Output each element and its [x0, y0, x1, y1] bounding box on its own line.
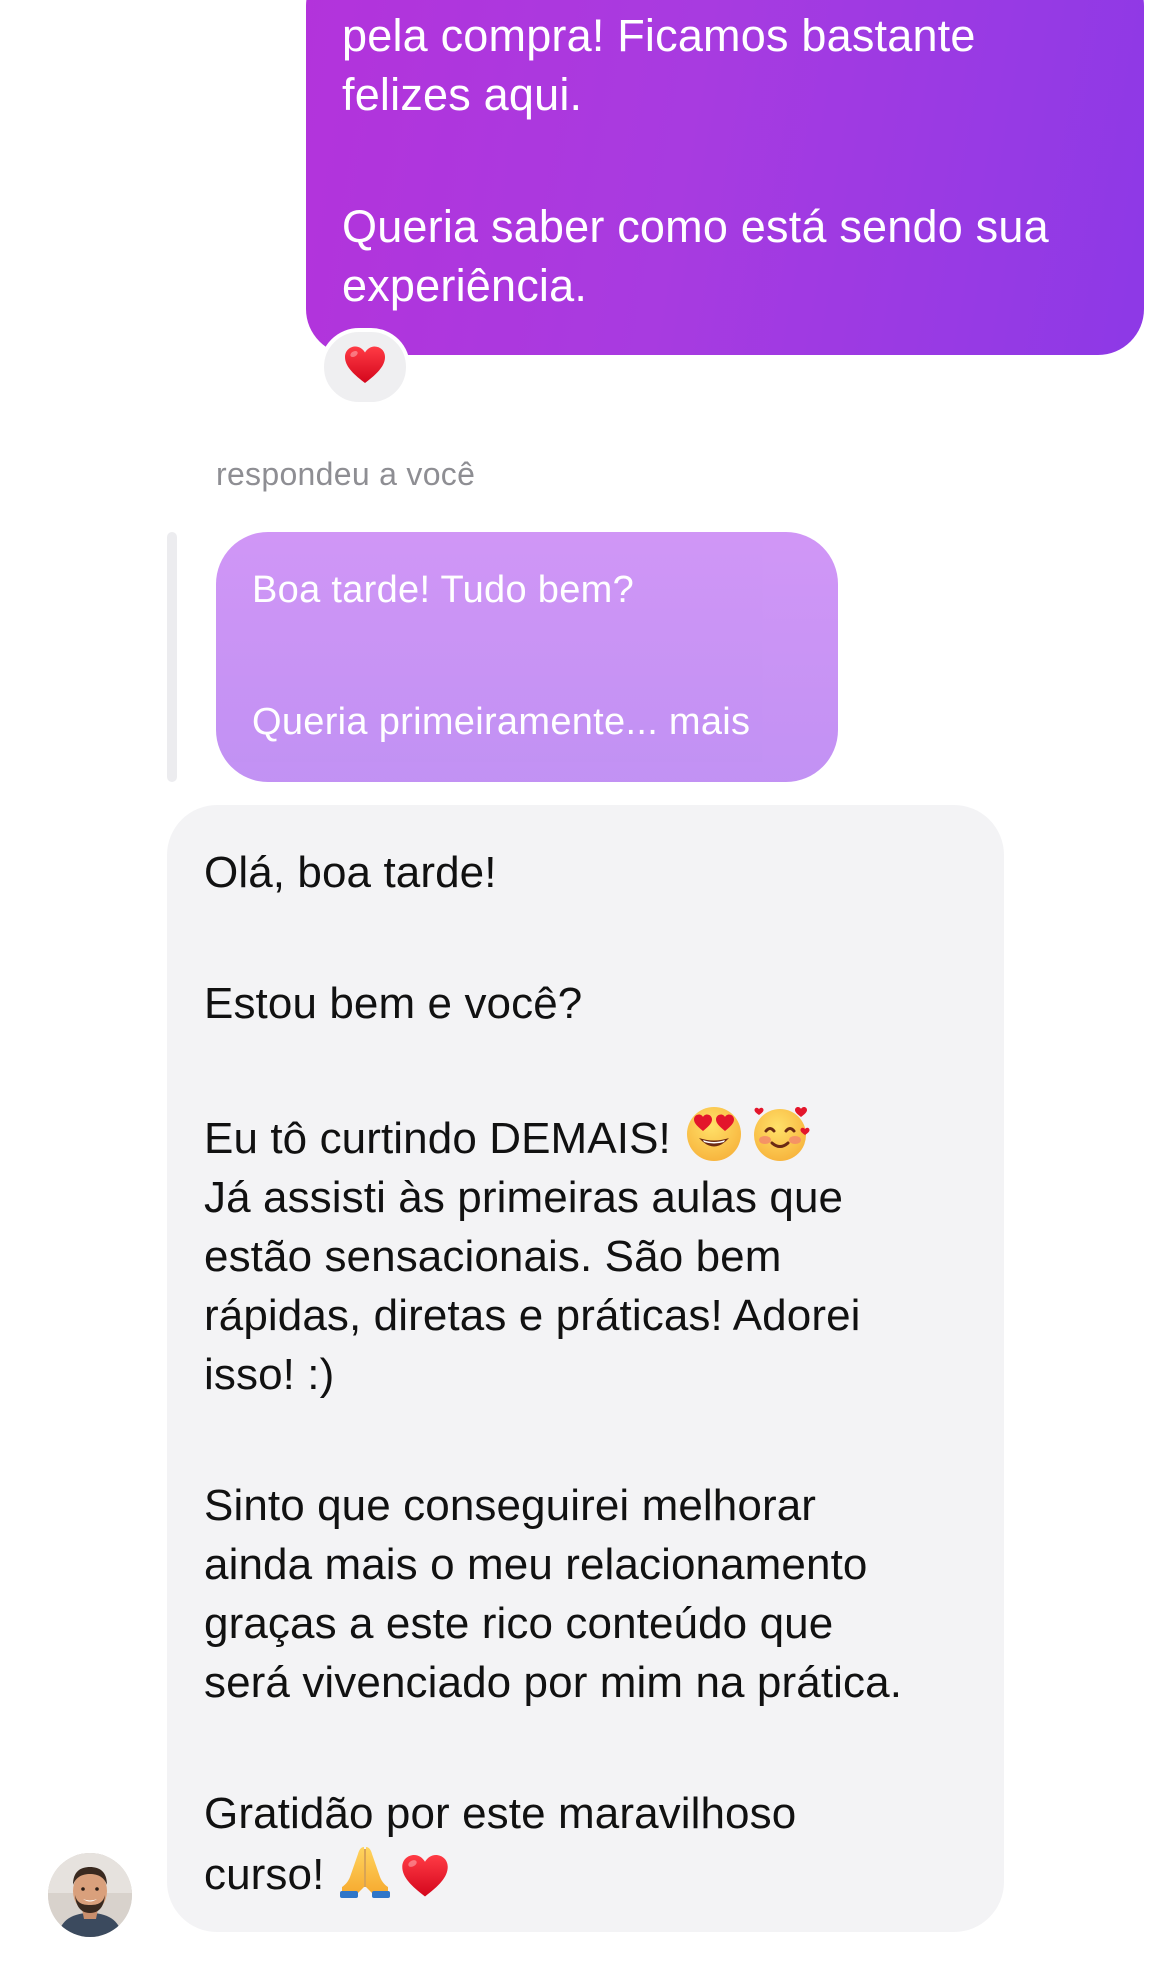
sent-message-line: felizes aqui.	[342, 69, 583, 120]
received-message-line: Gratidão por este maravilhoso	[204, 1789, 797, 1838]
received-message-line: estão sensacionais. São bem	[204, 1232, 782, 1281]
quoted-message-line: Boa tarde! Tudo bem?	[252, 569, 635, 611]
received-message-line: Sinto que conseguirei melhorar	[204, 1481, 817, 1530]
message-reaction[interactable]	[320, 328, 410, 406]
smiling-face-with-hearts-emoji	[751, 1105, 811, 1163]
quoted-message-bubble[interactable]: Boa tarde! Tudo bem? Queria primeirament…	[216, 532, 838, 782]
red-heart-emoji	[400, 1853, 450, 1899]
received-message-line: Já assisti às primeiras aulas que	[204, 1173, 844, 1222]
quoted-message-line-more[interactable]: Queria primeiramente... mais	[252, 698, 802, 746]
red-heart-icon	[343, 345, 387, 390]
quote-indicator-bar	[167, 532, 177, 782]
avatar[interactable]	[48, 1853, 132, 1937]
folded-hands-emoji	[338, 1843, 392, 1899]
sent-message-bubble[interactable]: pela compra! Ficamos bastante felizes aq…	[306, 0, 1144, 355]
received-message-line: graças a este rico conteúdo que	[204, 1599, 834, 1648]
received-message-line-with-emojis: curso!	[204, 1843, 968, 1904]
received-message-line: Olá, boa tarde!	[204, 848, 497, 897]
received-message-line: ainda mais o meu relacionamento	[204, 1540, 868, 1589]
received-message-bubble[interactable]: Olá, boa tarde! Estou bem e você? Eu tô …	[167, 805, 1004, 1932]
received-message-text: curso!	[204, 1850, 325, 1899]
received-message-text: Eu tô curtindo DEMAIS!	[204, 1114, 671, 1163]
received-message-line-with-emojis: Eu tô curtindo DEMAIS!	[204, 1105, 968, 1168]
sent-message-line: Queria saber como está sendo sua	[342, 201, 1049, 252]
received-message-line: rápidas, diretas e práticas! Adorei	[204, 1291, 861, 1340]
received-message-line: Estou bem e você?	[204, 979, 583, 1028]
received-message-line: isso! :)	[204, 1350, 335, 1399]
received-message-line: será vivenciado por mim na prática.	[204, 1658, 903, 1707]
sent-message-line: experiência.	[342, 260, 588, 311]
reply-label: respondeu a você	[216, 456, 476, 492]
heart-eyes-emoji	[685, 1105, 743, 1163]
message-thread: pela compra! Ficamos bastante felizes aq…	[0, 0, 1170, 1973]
sent-message-line: pela compra! Ficamos bastante	[342, 10, 976, 61]
